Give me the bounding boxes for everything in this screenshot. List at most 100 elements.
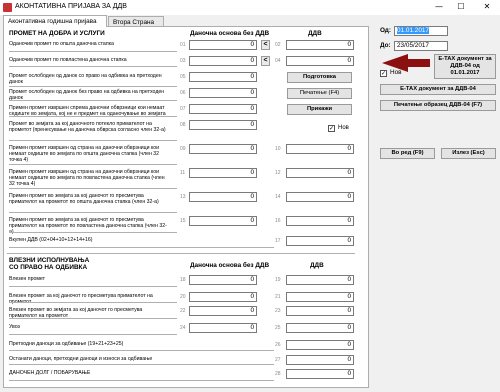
print-form-button[interactable]: Печатење образец ДДВ-04 (F7) bbox=[380, 100, 496, 111]
maximize-button[interactable]: ☐ bbox=[452, 1, 470, 13]
row-underline bbox=[9, 164, 177, 165]
row-number: 10 bbox=[275, 146, 281, 152]
row-number: 11 bbox=[180, 170, 186, 176]
base-amount-field[interactable]: 0 bbox=[189, 168, 257, 178]
tab-second-page[interactable]: Втора Страна bbox=[108, 16, 164, 26]
row-label: Примен промет во земјата за кој даночот … bbox=[9, 193, 159, 205]
row-number: 01 bbox=[180, 42, 186, 48]
base-amount-field[interactable]: 0 bbox=[189, 192, 257, 202]
vat-amount-field[interactable]: 0 bbox=[286, 292, 354, 302]
row-number: 09 bbox=[180, 146, 186, 152]
row-underline bbox=[9, 116, 177, 117]
etax-doc-dated-button[interactable]: E-TAX документ за ДДВ-04 од 01.01.2017 bbox=[434, 54, 496, 79]
section-title-inputs-2: СО ПРАВО НА ОДБИВКА bbox=[9, 264, 88, 271]
row-number: 18 bbox=[180, 277, 186, 283]
base-amount-field[interactable]: 0 bbox=[189, 56, 257, 66]
new-label-mid: Нов bbox=[338, 125, 349, 131]
row-label: Промет во земјата за кој даночното потек… bbox=[9, 121, 166, 133]
row-number: 07 bbox=[180, 106, 186, 112]
base-amount-field[interactable]: 0 bbox=[189, 40, 257, 50]
tab-annual-return[interactable]: Аконтативна годишна пријава bbox=[3, 15, 107, 27]
vat-amount-field[interactable]: 0 bbox=[286, 192, 354, 202]
row-number: 19 bbox=[275, 277, 281, 283]
base-amount-field[interactable]: 0 bbox=[189, 323, 257, 333]
vat-amount-field[interactable]: 0 bbox=[286, 306, 354, 316]
section-title-turnover: ПРОМЕТ НА ДОБРА И УСЛУГИ bbox=[9, 30, 105, 37]
close-button[interactable]: ✕ bbox=[478, 1, 496, 13]
copy-arrow-button[interactable]: < bbox=[261, 40, 270, 50]
row-label: Влезен промет за кој даночот го пресмету… bbox=[9, 293, 153, 305]
row-label: Вкупен ДДВ (02+04+10+12+14+16) bbox=[9, 237, 93, 243]
row-label: Увоз bbox=[9, 324, 20, 330]
row-number: 21 bbox=[275, 294, 281, 300]
from-label: Од: bbox=[380, 27, 391, 34]
print-f4-button[interactable]: Печатење (F4) bbox=[287, 88, 352, 99]
base-amount-field[interactable]: 0 bbox=[189, 72, 257, 82]
row-underline bbox=[9, 350, 274, 351]
exit-button[interactable]: Излез (Esc) bbox=[441, 148, 496, 159]
base-amount-field[interactable]: 0 bbox=[189, 216, 257, 226]
row-underline bbox=[9, 51, 177, 52]
vat-amount-field[interactable]: 0 bbox=[286, 56, 354, 66]
row-number: 13 bbox=[180, 194, 186, 200]
col-header-vat-2: ДДВ bbox=[310, 262, 324, 269]
row-underline bbox=[9, 140, 177, 141]
row-underline bbox=[9, 188, 177, 189]
row-number: 28 bbox=[275, 371, 281, 377]
base-amount-field[interactable]: 0 bbox=[189, 144, 257, 154]
vat-amount-field[interactable]: 0 bbox=[286, 216, 354, 226]
window-title: АКОНТАТИВНА ПРИЈАВА ЗА ДДВ bbox=[15, 3, 127, 10]
section-divider bbox=[7, 253, 355, 254]
row-number: 20 bbox=[180, 294, 186, 300]
minimize-button[interactable]: — bbox=[430, 1, 448, 13]
base-amount-field[interactable]: 0 bbox=[189, 120, 257, 130]
vat-amount-field[interactable]: 0 bbox=[286, 275, 354, 285]
row-underline bbox=[9, 334, 177, 335]
from-date-input[interactable]: 01.01.2017 bbox=[394, 26, 448, 36]
row-label: Оданочив промет по општа даночна стапка bbox=[9, 41, 114, 47]
to-label: До: bbox=[380, 42, 391, 49]
row-underline bbox=[9, 302, 177, 303]
row-label: Примен промет извршен од страна на даноч… bbox=[9, 145, 160, 163]
vat-amount-field[interactable]: 0 bbox=[286, 369, 354, 379]
base-amount-field[interactable]: 0 bbox=[189, 275, 257, 285]
vat-amount-field[interactable]: 0 bbox=[286, 323, 354, 333]
row-underline bbox=[9, 86, 177, 87]
row-number: 08 bbox=[180, 122, 186, 128]
base-amount-field[interactable]: 0 bbox=[189, 306, 257, 316]
base-amount-field[interactable]: 0 bbox=[189, 292, 257, 302]
row-number: 14 bbox=[275, 194, 281, 200]
row-underline bbox=[9, 286, 177, 287]
row-underline bbox=[9, 380, 274, 381]
row-number: 02 bbox=[275, 42, 281, 48]
vat-amount-field[interactable]: 0 bbox=[286, 340, 354, 350]
prepare-button[interactable]: Подготовка bbox=[287, 72, 352, 83]
row-underline bbox=[9, 66, 177, 67]
row-number: 03 bbox=[180, 58, 186, 64]
row-number: 24 bbox=[180, 325, 186, 331]
row-underline bbox=[9, 212, 177, 213]
row-underline bbox=[9, 318, 177, 319]
base-amount-field[interactable]: 0 bbox=[189, 104, 257, 114]
row-underline bbox=[9, 364, 274, 365]
row-label: Промет ослободен од данок со право на од… bbox=[9, 73, 162, 85]
row-number: 22 bbox=[180, 308, 186, 314]
show-button[interactable]: Прикажи bbox=[287, 104, 352, 115]
row-label: Примен промет извршен од страна на даноч… bbox=[9, 169, 165, 187]
copy-arrow-button[interactable]: < bbox=[261, 56, 270, 66]
vat-amount-field[interactable]: 0 bbox=[286, 236, 354, 246]
row-underline bbox=[9, 100, 177, 101]
vat-amount-field[interactable]: 0 bbox=[286, 168, 354, 178]
row-underline bbox=[9, 232, 177, 233]
base-amount-field[interactable]: 0 bbox=[189, 88, 257, 98]
row-number: 04 bbox=[275, 58, 281, 64]
etax-doc-button[interactable]: E-TAX документ за ДДВ-04 bbox=[380, 84, 496, 95]
row-number: 25 bbox=[275, 325, 281, 331]
row-number: 12 bbox=[275, 170, 281, 176]
vat-amount-field[interactable]: 0 bbox=[286, 144, 354, 154]
row-number: 16 bbox=[275, 218, 281, 224]
vat-amount-field[interactable]: 0 bbox=[286, 40, 354, 50]
vat-amount-field[interactable]: 0 bbox=[286, 355, 354, 365]
ok-button[interactable]: Во ред (F9) bbox=[380, 148, 435, 159]
new-checkbox-mid[interactable]: ✓ bbox=[328, 125, 335, 132]
